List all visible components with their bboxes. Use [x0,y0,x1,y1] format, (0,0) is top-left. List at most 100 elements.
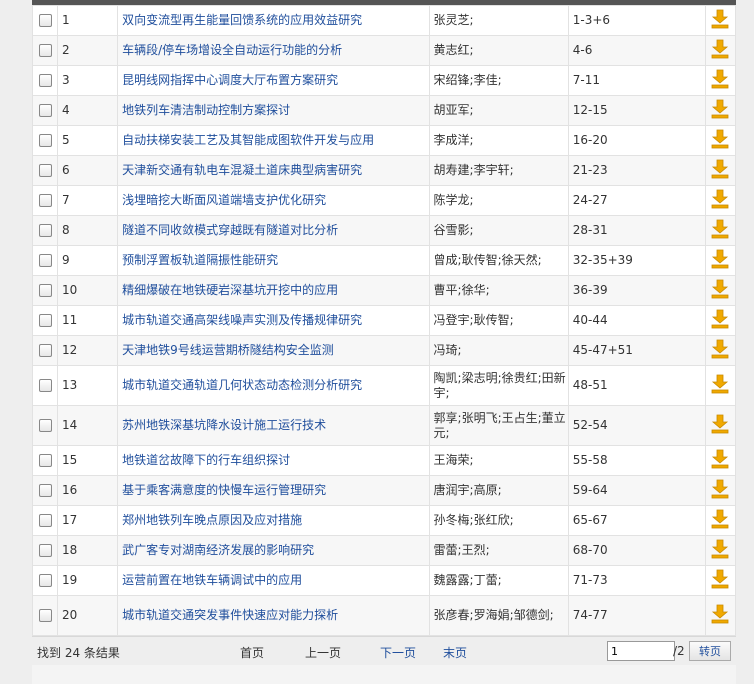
download-arrow-icon[interactable] [711,569,729,593]
checkbox-cell [31,305,59,336]
download-arrow-icon[interactable] [711,159,729,183]
checkbox-icon[interactable] [38,14,52,27]
checkbox-icon[interactable] [38,514,52,527]
download-arrow-icon[interactable] [711,539,729,563]
title-cell: 自动扶梯安装工艺及其智能成图软件开发与应用 [117,125,430,156]
download-arrow-icon[interactable] [711,69,729,93]
checkbox-cell [31,595,59,636]
title-cell: 精细爆破在地铁硬岩深基坑开挖中的应用 [117,275,430,306]
pages-cell: 24-27 [567,185,706,216]
download-arrow-icon[interactable] [711,189,729,213]
article-title-link[interactable]: 地铁道岔故障下的行车组织探讨 [122,453,290,467]
article-title-link[interactable]: 隧道不同收敛模式穿越既有隧道对比分析 [122,223,338,237]
article-title-link[interactable]: 车辆段/停车场增设全自动运行功能的分析 [122,43,342,57]
next-page-link[interactable]: 下一页 [380,644,416,661]
download-cell [704,505,737,536]
article-title-link[interactable]: 郑州地铁列车晚点原因及应对措施 [122,513,302,527]
previous-page-link[interactable]: 上一页 [305,644,341,661]
download-arrow-icon[interactable] [711,449,729,473]
checkbox-cell [31,405,59,446]
table-row: 17 郑州地铁列车晚点原因及应对措施 孙冬梅;张红欣; 65-67 [31,505,737,536]
authors-cell: 谷雪影; [428,215,569,246]
checkbox-icon[interactable] [38,314,52,327]
checkbox-icon[interactable] [38,344,52,357]
download-arrow-icon[interactable] [711,129,729,153]
download-arrow-icon[interactable] [711,509,729,533]
article-title-link[interactable]: 天津新交通有轨电车混凝土道床典型病害研究 [122,163,362,177]
title-cell: 武广客专对湖南经济发展的影响研究 [117,535,430,566]
article-title-link[interactable]: 城市轨道交通突发事件快速应对能力探析 [122,608,338,622]
checkbox-icon[interactable] [38,254,52,267]
download-arrow-icon[interactable] [711,249,729,273]
checkbox-icon[interactable] [38,609,52,622]
article-title-link[interactable]: 城市轨道交通高架线噪声实测及传播规律研究 [122,313,362,327]
first-page-link[interactable]: 首页 [240,644,264,661]
table-row: 10 精细爆破在地铁硬岩深基坑开挖中的应用 曹平;徐华; 36-39 [31,275,737,306]
download-arrow-icon[interactable] [711,479,729,503]
checkbox-icon[interactable] [38,74,52,87]
title-cell: 城市轨道交通轨道几何状态动态检测分析研究 [117,365,430,406]
checkbox-icon[interactable] [38,224,52,237]
download-arrow-icon[interactable] [711,414,729,438]
checkbox-icon[interactable] [38,194,52,207]
authors-cell: 冯琦; [428,335,569,366]
download-arrow-icon[interactable] [711,374,729,398]
checkbox-icon[interactable] [38,284,52,297]
go-to-page-button[interactable]: 转页 [689,641,731,661]
article-title-link[interactable]: 基于乘客满意度的快慢车运行管理研究 [122,483,326,497]
authors-cell: 陈学龙; [428,185,569,216]
article-title-link[interactable]: 天津地铁9号线运营期桥隧结构安全监测 [122,343,334,357]
download-arrow-icon[interactable] [711,604,729,628]
checkbox-icon[interactable] [38,484,52,497]
article-title-link[interactable]: 双向变流型再生能量回馈系统的应用效益研究 [122,13,362,27]
row-number: 7 [57,185,119,216]
pages-cell: 16-20 [567,125,706,156]
checkbox-icon[interactable] [38,379,52,392]
download-arrow-icon[interactable] [711,99,729,123]
article-title-link[interactable]: 浅埋暗挖大断面风道端墙支护优化研究 [122,193,326,207]
article-title-link[interactable]: 地铁列车清洁制动控制方案探讨 [122,103,290,117]
page-number-input[interactable] [607,641,675,661]
article-title-link[interactable]: 武广客专对湖南经济发展的影响研究 [122,543,314,557]
download-cell [704,245,737,276]
checkbox-icon[interactable] [38,454,52,467]
article-title-link[interactable]: 预制浮置板轨道隔振性能研究 [122,253,278,267]
authors-cell: 郭享;张明飞;王占生;董立元; [428,405,569,446]
checkbox-cell [31,565,59,596]
article-title-link[interactable]: 自动扶梯安装工艺及其智能成图软件开发与应用 [122,133,374,147]
table-row: 11 城市轨道交通高架线噪声实测及传播规律研究 冯登宇;耿传智; 40-44 [31,305,737,336]
table-row: 3 昆明线网指挥中心调度大厅布置方案研究 宋绍锋;李佳; 7-11 [31,65,737,96]
article-title-link[interactable]: 昆明线网指挥中心调度大厅布置方案研究 [122,73,338,87]
download-arrow-icon[interactable] [711,309,729,333]
title-cell: 预制浮置板轨道隔振性能研究 [117,245,430,276]
checkbox-icon[interactable] [38,419,52,432]
authors-cell: 雷蕾;王烈; [428,535,569,566]
last-page-link[interactable]: 末页 [443,644,467,661]
row-number: 4 [57,95,119,126]
checkbox-icon[interactable] [38,134,52,147]
download-arrow-icon[interactable] [711,339,729,363]
pages-cell: 1-3+6 [567,5,706,36]
article-title-link[interactable]: 苏州地铁深基坑降水设计施工运行技术 [122,418,326,432]
pages-cell: 36-39 [567,275,706,306]
title-cell: 郑州地铁列车晚点原因及应对措施 [117,505,430,536]
table-row: 4 地铁列车清洁制动控制方案探讨 胡亚军; 12-15 [31,95,737,126]
download-arrow-icon[interactable] [711,39,729,63]
checkbox-icon[interactable] [38,104,52,117]
download-arrow-icon[interactable] [711,9,729,33]
download-arrow-icon[interactable] [711,279,729,303]
title-cell: 浅埋暗挖大断面风道端墙支护优化研究 [117,185,430,216]
checkbox-icon[interactable] [38,44,52,57]
result-count: 找到 24 条结果 [37,646,120,660]
authors-cell: 宋绍锋;李佳; [428,65,569,96]
article-title-link[interactable]: 运营前置在地铁车辆调试中的应用 [122,573,302,587]
checkbox-cell [31,275,59,306]
authors-cell: 魏露露;丁蕾; [428,565,569,596]
checkbox-icon[interactable] [38,574,52,587]
checkbox-icon[interactable] [38,544,52,557]
article-title-link[interactable]: 精细爆破在地铁硬岩深基坑开挖中的应用 [122,283,338,297]
checkbox-icon[interactable] [38,164,52,177]
article-title-link[interactable]: 城市轨道交通轨道几何状态动态检测分析研究 [122,378,362,392]
download-arrow-icon[interactable] [711,219,729,243]
pages-cell: 68-70 [567,535,706,566]
